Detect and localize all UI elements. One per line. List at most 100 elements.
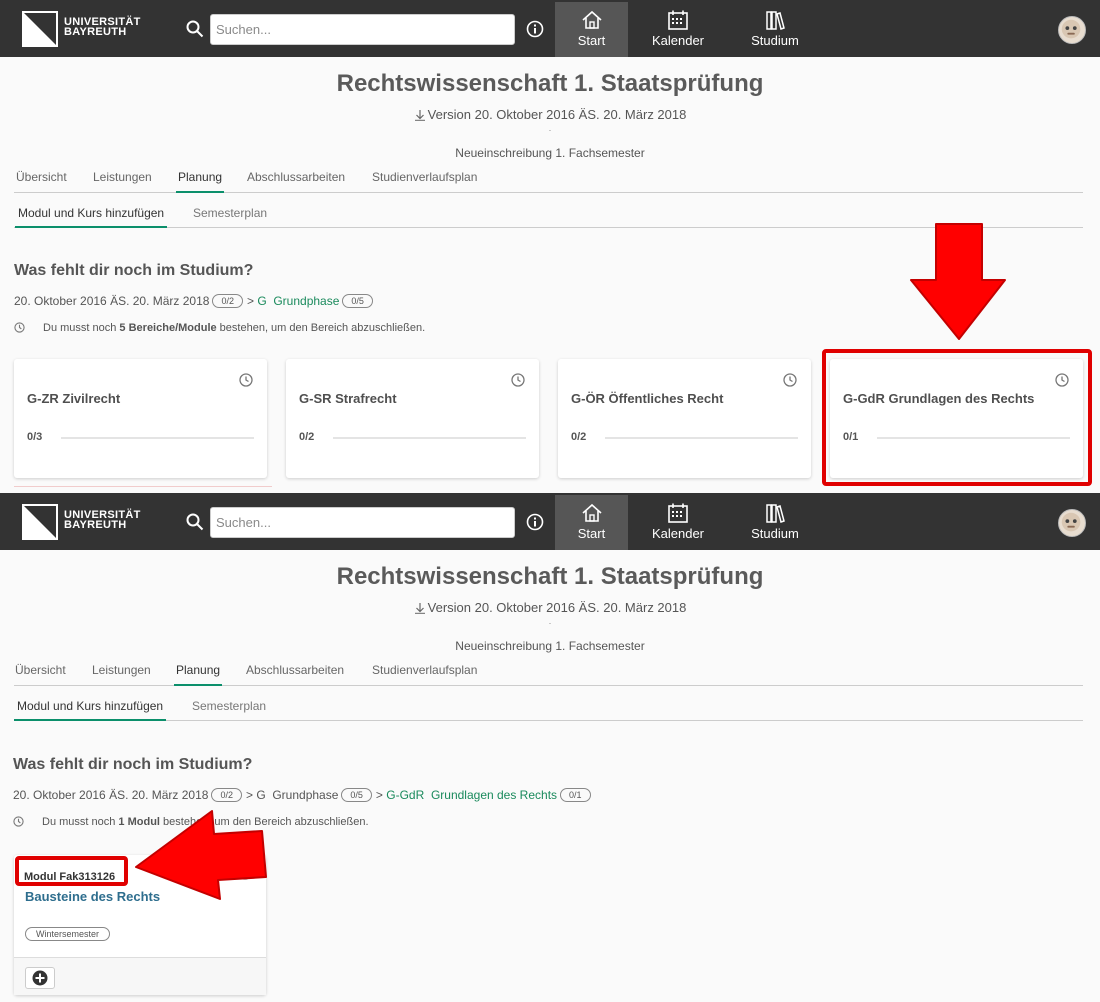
breadcrumb-code[interactable]: G-GdR bbox=[386, 788, 424, 802]
nav-studium[interactable]: Studium bbox=[738, 2, 812, 57]
version-link[interactable]: Version 20. Oktober 2016 ÄS. 20. März 20… bbox=[0, 600, 1100, 615]
home-icon bbox=[581, 10, 602, 29]
tab-studienverlaufsplan[interactable]: Studienverlaufsplan bbox=[372, 663, 477, 684]
enrollment-text: Neueinschreibung 1. Fachsemester bbox=[455, 146, 645, 160]
version-text: Version 20. Oktober 2016 ÄS. 20. März 20… bbox=[427, 107, 687, 122]
page-title: Rechtswissenschaft 1. Staatsprüfung bbox=[336, 563, 764, 590]
card-title: G-ZR Zivilrecht bbox=[27, 391, 121, 406]
books-icon bbox=[766, 504, 785, 523]
progress-badge: 0/5 bbox=[342, 294, 373, 308]
progress-bar bbox=[61, 437, 254, 439]
card-count: 0/2 bbox=[299, 431, 315, 443]
breadcrumb-grundphase[interactable]: Grundphase bbox=[272, 788, 338, 802]
clock-icon bbox=[14, 322, 25, 333]
tab-leistungen[interactable]: Leistungen bbox=[92, 663, 151, 684]
remaining-hint: Du musst noch 5 Bereiche/Module bestehen… bbox=[14, 322, 425, 334]
breadcrumb-grundlagen[interactable]: Grundlagen des Rechts bbox=[431, 788, 557, 802]
progress-badge: 0/2 bbox=[211, 788, 242, 802]
plus-circle-icon bbox=[32, 970, 48, 986]
nav-studium[interactable]: Studium bbox=[738, 495, 812, 550]
books-icon bbox=[766, 11, 785, 30]
nav-kalender[interactable]: Kalender bbox=[640, 495, 716, 550]
calendar-icon bbox=[668, 10, 688, 30]
tab-uebersicht[interactable]: Übersicht bbox=[16, 170, 67, 191]
red-arrow-down-icon bbox=[910, 223, 1006, 340]
area-card-oeffentliches-recht[interactable]: G-ÖR Öffentliches Recht 0/2 bbox=[558, 359, 811, 478]
chevron-right-icon: > bbox=[375, 788, 383, 802]
progress-bar bbox=[333, 437, 526, 439]
nav-kalender-label: Kalender bbox=[651, 33, 705, 48]
highlight-box bbox=[822, 349, 1092, 486]
search-icon[interactable] bbox=[186, 513, 204, 531]
chevron-right-icon: > bbox=[246, 294, 254, 308]
tab-uebersicht[interactable]: Übersicht bbox=[15, 663, 66, 684]
area-card-strafrecht[interactable]: G-SR Strafrecht 0/2 bbox=[286, 359, 539, 478]
version-link[interactable]: Version 20. Oktober 2016 ÄS. 20. März 20… bbox=[0, 107, 1100, 122]
user-avatar[interactable] bbox=[1058, 509, 1086, 537]
breadcrumb-code[interactable]: G bbox=[256, 788, 265, 802]
user-avatar[interactable] bbox=[1058, 16, 1086, 44]
divider bbox=[14, 486, 272, 487]
area-card-zivilrecht[interactable]: G-ZR Zivilrecht 0/3 bbox=[14, 359, 267, 478]
calendar-icon bbox=[668, 503, 688, 523]
sub-tabs: Modul und Kurs hinzufügen Semesterplan bbox=[14, 699, 1083, 721]
tab-studienverlaufsplan[interactable]: Studienverlaufsplan bbox=[372, 170, 477, 191]
nav-kalender-label: Kalender bbox=[651, 526, 705, 541]
tab-planung[interactable]: Planung bbox=[176, 170, 225, 193]
nav-start[interactable]: Start bbox=[555, 495, 628, 550]
home-icon bbox=[581, 503, 602, 522]
semester-badge: Wintersemester bbox=[25, 927, 111, 941]
section-heading: Was fehlt dir noch im Studium? bbox=[14, 262, 254, 279]
card-title: G-ÖR Öffentliches Recht bbox=[571, 391, 724, 406]
breadcrumb-grundphase[interactable]: Grundphase bbox=[273, 294, 339, 308]
nav-kalender[interactable]: Kalender bbox=[640, 2, 716, 57]
subtab-modul-hinzufuegen[interactable]: Modul und Kurs hinzufügen bbox=[14, 699, 167, 721]
university-logo-icon[interactable] bbox=[22, 504, 58, 540]
search-input[interactable] bbox=[210, 14, 515, 45]
nav-start[interactable]: Start bbox=[555, 2, 628, 57]
card-count: 0/2 bbox=[571, 431, 587, 443]
subtab-modul-hinzufuegen[interactable]: Modul und Kurs hinzufügen bbox=[15, 206, 168, 228]
top-navigation-bar: UNIVERSITÄTBAYREUTH Start Kalender Studi… bbox=[0, 0, 1100, 57]
tab-abschlussarbeiten[interactable]: Abschlussarbeiten bbox=[246, 663, 344, 684]
card-footer bbox=[14, 957, 266, 995]
search-icon[interactable] bbox=[186, 20, 204, 38]
search-input[interactable] bbox=[210, 507, 515, 538]
tab-planung[interactable]: Planung bbox=[174, 663, 223, 686]
breadcrumb-version[interactable]: 20. Oktober 2016 ÄS. 20. März 2018 bbox=[14, 294, 209, 308]
download-icon bbox=[414, 603, 425, 614]
breadcrumb: 20. Oktober 2016 ÄS. 20. März 2018 0/2 > G… bbox=[14, 294, 377, 308]
download-icon bbox=[414, 110, 425, 121]
subtab-semesterplan[interactable]: Semesterplan bbox=[190, 206, 270, 226]
breadcrumb: 20. Oktober 2016 ÄS. 20. März 2018 0/2 > G… bbox=[13, 788, 595, 802]
tab-leistungen[interactable]: Leistungen bbox=[93, 170, 152, 191]
main-tabs: Übersicht Leistungen Planung Abschlussar… bbox=[14, 170, 1083, 193]
progress-badge: 0/2 bbox=[212, 294, 243, 308]
screenshot-panel-bottom: UNIVERSITÄTBAYREUTH Start Kalender Studi… bbox=[0, 493, 1100, 1002]
progress-badge: 0/5 bbox=[341, 788, 372, 802]
tab-abschlussarbeiten[interactable]: Abschlussarbeiten bbox=[247, 170, 345, 191]
breadcrumb-code[interactable]: G bbox=[257, 294, 266, 308]
progress-bar bbox=[605, 437, 798, 439]
highlight-box bbox=[15, 856, 128, 886]
university-logo-icon[interactable] bbox=[22, 11, 58, 47]
chevron-right-icon: > bbox=[245, 788, 253, 802]
info-icon[interactable] bbox=[526, 20, 544, 38]
progress-badge: 0/1 bbox=[560, 788, 591, 802]
university-logo-text: UNIVERSITÄT BAYREUTH bbox=[64, 509, 141, 531]
section-heading: Was fehlt dir noch im Studium? bbox=[13, 756, 253, 773]
separator-dot: · bbox=[548, 125, 552, 135]
clock-icon bbox=[783, 373, 797, 387]
main-tabs: Übersicht Leistungen Planung Abschlussar… bbox=[14, 663, 1083, 686]
version-text: Version 20. Oktober 2016 ÄS. 20. März 20… bbox=[427, 600, 687, 615]
nav-start-label: Start bbox=[577, 33, 606, 48]
subtab-semesterplan[interactable]: Semesterplan bbox=[189, 699, 269, 719]
clock-icon bbox=[13, 816, 24, 827]
info-icon[interactable] bbox=[526, 513, 544, 531]
add-module-button[interactable] bbox=[25, 967, 55, 989]
screenshot-panel-top: UNIVERSITÄTBAYREUTH Start Kalender Studi… bbox=[0, 0, 1100, 493]
breadcrumb-version[interactable]: 20. Oktober 2016 ÄS. 20. März 2018 bbox=[13, 788, 208, 802]
nav-start-label: Start bbox=[577, 526, 606, 541]
card-count: 0/3 bbox=[27, 431, 43, 443]
nav-studium-label: Studium bbox=[751, 526, 799, 541]
